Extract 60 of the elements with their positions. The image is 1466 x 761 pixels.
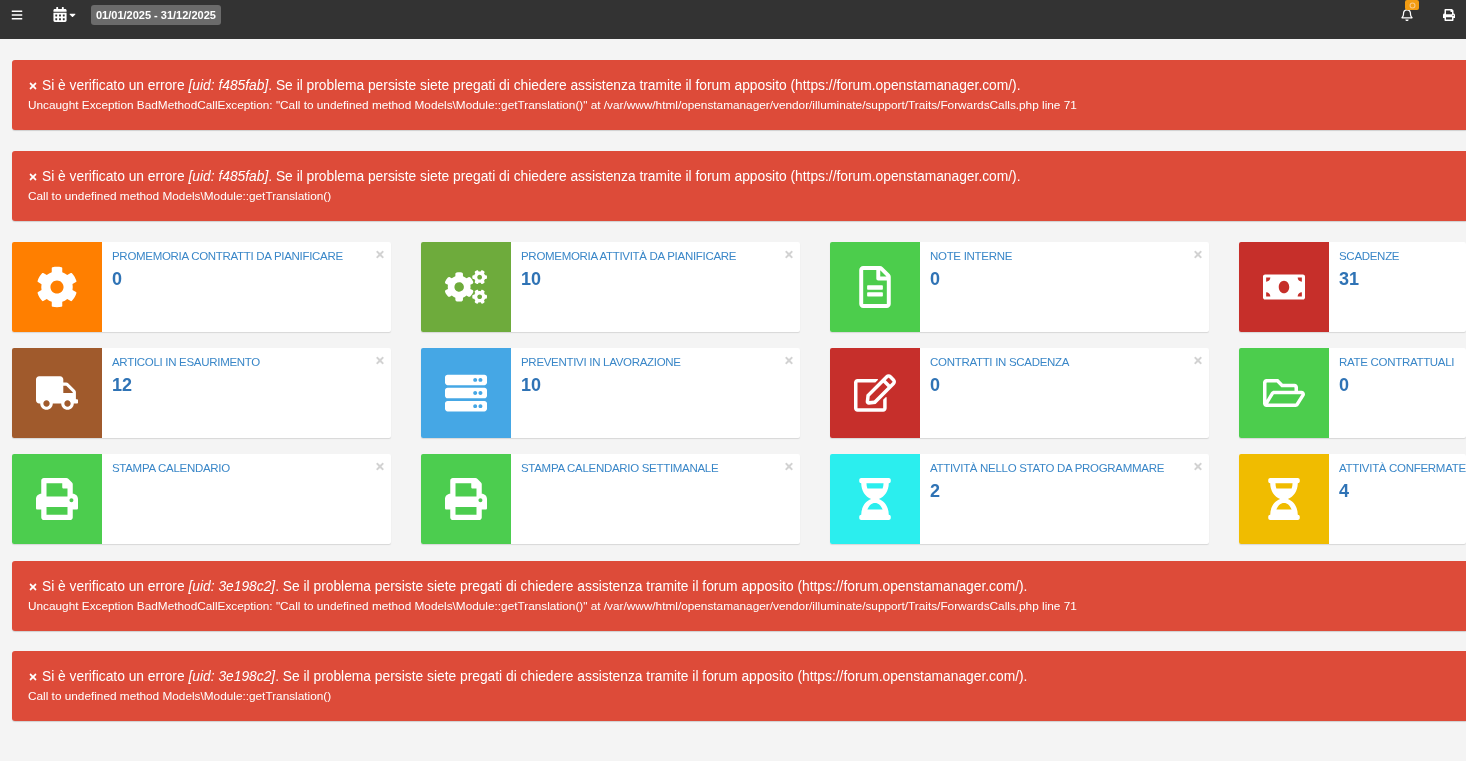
calendar-icon[interactable] (53, 7, 67, 22)
info-tile[interactable]: RATE CONTRATTUALI 0 (1239, 348, 1466, 438)
close-icon[interactable] (1194, 355, 1202, 366)
close-icon[interactable] (376, 461, 384, 472)
tile-count: 0 (930, 268, 941, 291)
tile-count: 4 (1339, 480, 1350, 503)
tile-count: 31 (1339, 268, 1361, 291)
info-tile[interactable]: ARTICOLI IN ESAURIMENTO 12 (12, 348, 391, 438)
info-tile[interactable]: STAMPA CALENDARIO (12, 454, 391, 544)
menu-icon[interactable] (11, 8, 23, 21)
error-message: Si è verificato un errore [uid: 3e198c2]. Se il problema persiste siete pregati di chiedere assistenza tramite il forum apposito (https://forum.openstamanager.com/). (42, 668, 1028, 686)
tile-title: PROMEMORIA ATTIVITÀ DA PIANIFICARE (521, 249, 737, 264)
close-icon[interactable] (785, 461, 793, 472)
tile-count: 2 (930, 480, 941, 503)
tile-count: 10 (521, 268, 543, 291)
error-detail: Call to undefined method Models\Module::getTranslation() (28, 188, 333, 204)
tile-title: STAMPA CALENDARIO SETTIMANALE (521, 461, 719, 476)
tile-count: 0 (930, 374, 941, 397)
tile-count: 0 (112, 268, 123, 291)
cross-icon (28, 671, 38, 682)
info-tile[interactable]: STAMPA CALENDARIO SETTIMANALE (421, 454, 800, 544)
date-range-picker[interactable]: 01/01/2025 - 31/12/2025 (91, 4, 221, 25)
close-icon[interactable] (376, 249, 384, 260)
info-tile[interactable]: SCADENZE 31 (1239, 242, 1466, 332)
info-tile[interactable]: CONTRATTI IN SCADENZA 0 (830, 348, 1209, 438)
error-message: Si è verificato un errore [uid: f485fab]. Se il problema persiste siete pregati di chiedere assistenza tramite il forum apposito (https://forum.openstamanager.com/). (42, 168, 1021, 186)
info-tile[interactable]: PREVENTIVI IN LAVORAZIONE 10 (421, 348, 800, 438)
cross-icon (28, 80, 38, 91)
close-icon[interactable] (1194, 249, 1202, 260)
info-tile[interactable]: NOTE INTERNE 0 (830, 242, 1209, 332)
close-icon[interactable] (785, 355, 793, 366)
tile-title: SCADENZE (1339, 249, 1400, 264)
bell-icon[interactable] (1401, 8, 1413, 21)
tile-title: ARTICOLI IN ESAURIMENTO (112, 355, 260, 370)
error-detail: Call to undefined method Models\Module::getTranslation() (28, 688, 333, 704)
tile-title: ATTIVITÀ NELLO STATO DA PROGRAMMARE (930, 461, 1165, 476)
tile-title: STAMPA CALENDARIO (112, 461, 230, 476)
close-icon[interactable] (785, 249, 793, 260)
error-message: Si è verificato un errore [uid: 3e198c2]. Se il problema persiste siete pregati di chiedere assistenza tramite il forum apposito (https://forum.openstamanager.com/). (42, 578, 1028, 596)
error-detail: Uncaught Exception BadMethodCallException: "Call to undefined method Models\Module::getTranslation()" at /var/www/html/openstamanager/vendor/illuminate/support/Traits/ForwardsCalls.php line 71 (28, 97, 1078, 113)
tile-count: 12 (112, 374, 134, 397)
tile-title: RATE CONTRATTUALI (1339, 355, 1455, 370)
tile-title: ATTIVITÀ CONFERMATE (1339, 461, 1466, 476)
printer-icon[interactable] (1443, 8, 1455, 21)
error-detail: Uncaught Exception BadMethodCallException: "Call to undefined method Models\Module::getTranslation()" at /var/www/html/openstamanager/vendor/illuminate/support/Traits/ForwardsCalls.php line 71 (28, 598, 1078, 614)
cross-icon (28, 171, 38, 182)
tile-count: 0 (1339, 374, 1350, 397)
info-tile[interactable]: PROMEMORIA CONTRATTI DA PIANIFICARE 0 (12, 242, 391, 332)
close-icon[interactable] (1194, 461, 1202, 472)
close-icon[interactable] (376, 355, 384, 366)
tile-title: NOTE INTERNE (930, 249, 1012, 264)
error-message: Si è verificato un errore [uid: f485fab]. Se il problema persiste siete pregati di chiedere assistenza tramite il forum apposito (https://forum.openstamanager.com/). (42, 77, 1021, 95)
tile-title: CONTRATTI IN SCADENZA (930, 355, 1070, 370)
tile-count: 10 (521, 374, 543, 397)
tile-title: PREVENTIVI IN LAVORAZIONE (521, 355, 681, 370)
info-tile[interactable]: ATTIVITÀ NELLO STATO DA PROGRAMMARE 2 (830, 454, 1209, 544)
cross-icon (28, 581, 38, 592)
tile-title: PROMEMORIA CONTRATTI DA PIANIFICARE (112, 249, 343, 264)
info-tile[interactable]: PROMEMORIA ATTIVITÀ DA PIANIFICARE 10 (421, 242, 800, 332)
info-tile[interactable]: ATTIVITÀ CONFERMATE 4 (1239, 454, 1466, 544)
